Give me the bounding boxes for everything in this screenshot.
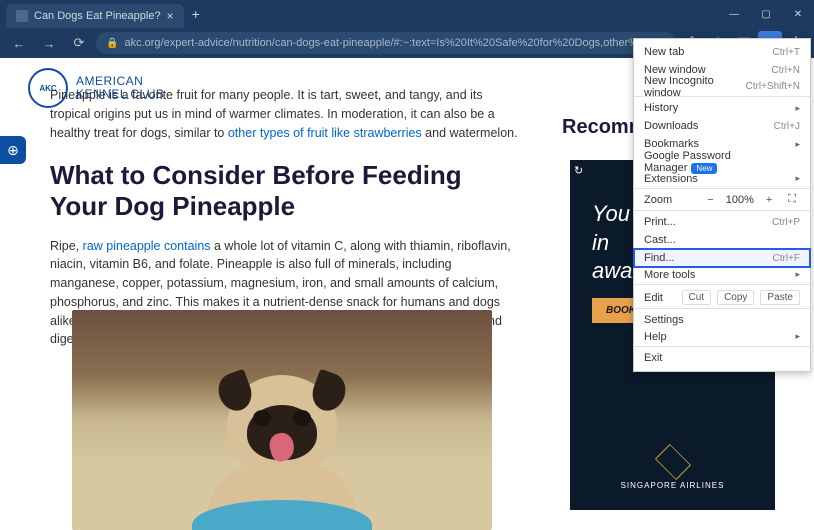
minimize-button[interactable]: — [718, 0, 750, 28]
pug-illustration [227, 375, 337, 475]
paste-button[interactable]: Paste [760, 290, 800, 305]
menu-help[interactable]: Help▸ [634, 329, 810, 347]
pineapple-link[interactable]: raw pineapple contains [83, 239, 211, 253]
chrome-menu: New tabCtrl+T New windowCtrl+N New Incog… [633, 38, 811, 372]
tab-close-icon[interactable]: × [167, 9, 174, 23]
article-paragraph-1: Pineapple is a favorite fruit for many p… [50, 86, 520, 142]
copy-button[interactable]: Copy [717, 290, 754, 305]
menu-settings[interactable]: Settings [634, 311, 810, 329]
back-button[interactable]: ← [6, 30, 32, 56]
window-controls: — ▢ ✕ [718, 0, 814, 28]
lock-icon: 🔒 [106, 38, 118, 49]
article-heading: What to Consider Before Feeding Your Dog… [50, 160, 520, 222]
accessibility-icon: ⊕ [7, 142, 19, 159]
address-bar[interactable]: 🔒 akc.org/expert-advice/nutrition/can-do… [96, 32, 676, 54]
menu-print[interactable]: Print...Ctrl+P [634, 213, 810, 231]
zoom-out-button[interactable]: − [703, 194, 717, 206]
article-image [72, 310, 492, 530]
menu-find[interactable]: Find...Ctrl+F [634, 249, 810, 267]
cut-button[interactable]: Cut [682, 290, 712, 305]
menu-passwords[interactable]: Google Password ManagerNew [634, 153, 810, 171]
tab-title: Can Dogs Eat Pineapple? [34, 10, 161, 22]
new-tab-button[interactable]: + [184, 6, 208, 22]
menu-zoom: Zoom − 100% + ⛶ [634, 191, 810, 211]
menu-new-tab[interactable]: New tabCtrl+T [634, 43, 810, 61]
menu-new-incognito[interactable]: New Incognito windowCtrl+Shift+N [634, 79, 810, 97]
titlebar: Can Dogs Eat Pineapple? × + — ▢ ✕ [0, 0, 814, 28]
menu-exit[interactable]: Exit [634, 349, 810, 367]
close-window-button[interactable]: ✕ [782, 0, 814, 28]
zoom-value: 100% [726, 194, 754, 206]
ad-brand: SINGAPORE AIRLINES [621, 447, 725, 490]
menu-more-tools[interactable]: More tools▸ [634, 267, 810, 285]
reload-button[interactable]: ⟳ [66, 30, 92, 56]
menu-edit: Edit Cut Copy Paste [634, 287, 810, 309]
menu-downloads[interactable]: DownloadsCtrl+J [634, 117, 810, 135]
fullscreen-button[interactable]: ⛶ [784, 193, 800, 206]
menu-history[interactable]: History▸ [634, 99, 810, 117]
url-text: akc.org/expert-advice/nutrition/can-dogs… [124, 37, 676, 49]
ad-refresh-icon[interactable]: ↻ [574, 164, 583, 177]
forward-button[interactable]: → [36, 30, 62, 56]
tab-strip: Can Dogs Eat Pineapple? × + [0, 0, 208, 28]
maximize-button[interactable]: ▢ [750, 0, 782, 28]
tab-favicon [16, 10, 28, 22]
accessibility-button[interactable]: ⊕ [0, 136, 26, 164]
browser-tab[interactable]: Can Dogs Eat Pineapple? × [6, 4, 184, 28]
fruit-link[interactable]: other types of fruit like strawberries [228, 126, 422, 140]
zoom-in-button[interactable]: + [762, 194, 776, 206]
menu-cast[interactable]: Cast... [634, 231, 810, 249]
